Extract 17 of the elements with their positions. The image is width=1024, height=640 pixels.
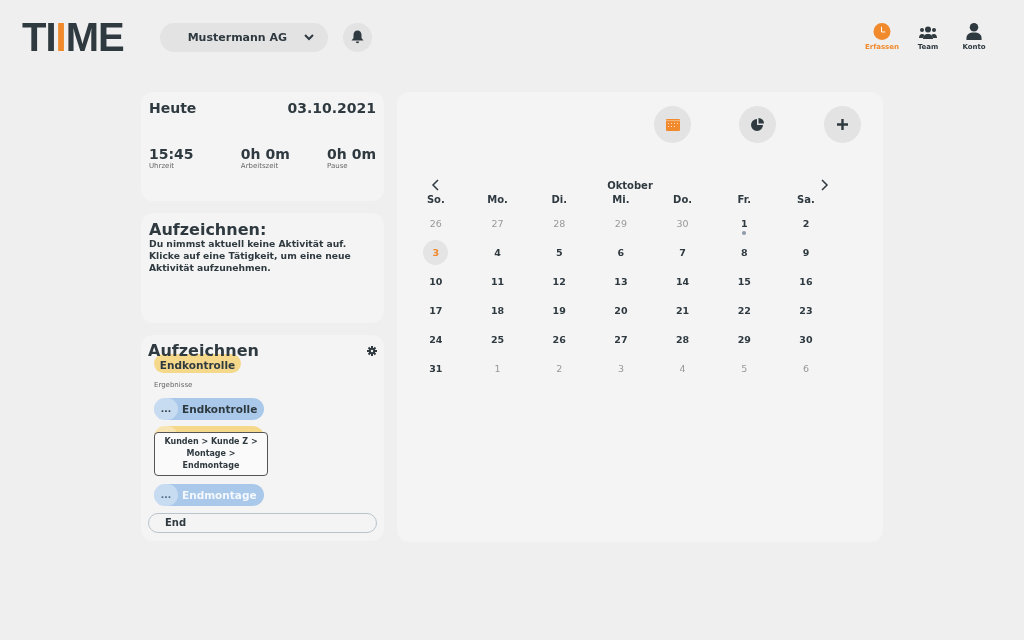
status-message: Du nimmst aktuell keine Aktivität auf. Klicke auf eine Tätigkeit, um eine neue Aktivität aufzunehmen. (149, 238, 352, 274)
stat-value: 0h 0m (240, 146, 290, 162)
month-label: Oktober (607, 179, 653, 191)
stat-value: 15:45 (149, 146, 194, 162)
weekday-label: So. (425, 193, 446, 207)
weekday-label: Mi. (611, 193, 631, 207)
weekday-label: Fr. (736, 193, 753, 207)
stat-value: 0h 0m (327, 146, 376, 162)
weekday-label: Di. (550, 193, 568, 207)
path-tooltip: Kunden > Kunde Z > Montage > Endmontage (154, 431, 268, 476)
date-label: 03.10.2021 (287, 100, 376, 116)
card-title: Heute (149, 100, 197, 116)
weekday-label: Do. (672, 193, 694, 207)
weekday-label: Mo. (486, 193, 509, 207)
weekday-label: Sa. (796, 193, 816, 207)
card-title: Aufzeichnen: (149, 222, 268, 238)
logo: TIIME (22, 21, 124, 53)
